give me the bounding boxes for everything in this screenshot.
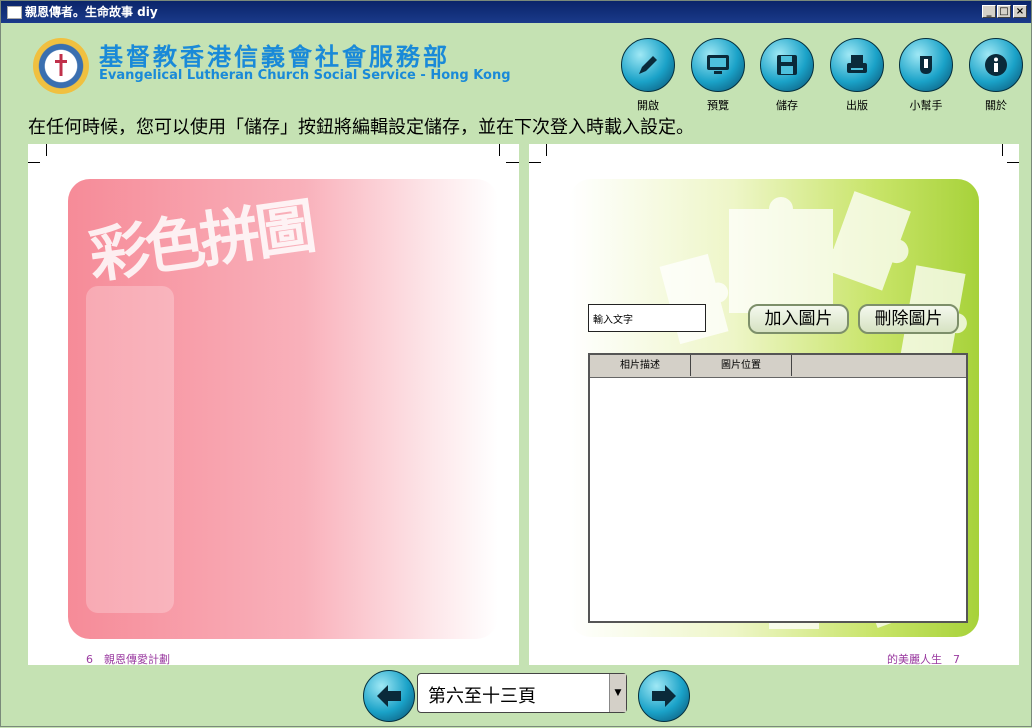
photo-frame-slot	[86, 286, 174, 613]
title-bar[interactable]: 親恩傳者。生命故事 diy _ □ ×	[1, 1, 1031, 23]
crop-mark	[46, 144, 47, 156]
window-icon	[7, 6, 22, 19]
column-header-image-position[interactable]: 圖片位置	[691, 355, 792, 376]
crop-mark	[546, 144, 547, 156]
crop-mark	[506, 162, 519, 163]
column-header-photo-description[interactable]: 相片描述	[590, 355, 691, 376]
publish-label: 出版	[846, 99, 868, 112]
helper-label: 小幫手	[909, 99, 943, 112]
about-button[interactable]: 關於	[969, 38, 1023, 113]
preview-button[interactable]: 預覽	[691, 38, 745, 113]
app-window: 親恩傳者。生命故事 diy _ □ × 基督教香港信義會社會服務部 Evange…	[0, 0, 1032, 727]
open-button[interactable]: 開啟	[621, 38, 675, 113]
organization-name-english: Evangelical Lutheran Church Social Servi…	[99, 68, 511, 83]
printer-icon	[847, 55, 867, 73]
minimize-button[interactable]: _	[982, 5, 996, 18]
cross-icon	[55, 54, 67, 76]
instruction-text: 在任何時候，您可以使用「儲存」按鈕將編輯設定儲存，並在下次登入時載入設定。	[28, 117, 694, 138]
helper-icon	[920, 56, 932, 74]
previous-page-button[interactable]	[363, 670, 415, 722]
left-page: 彩色拼圖 6 親恩傳愛計劃	[28, 144, 519, 666]
about-label: 關於	[985, 99, 1007, 112]
next-page-button[interactable]	[638, 670, 690, 722]
page-range-select[interactable]: 第六至十三頁 ▼	[417, 673, 627, 713]
helper-button[interactable]: 小幫手	[899, 38, 953, 113]
delete-image-button[interactable]: 刪除圖片	[858, 304, 959, 334]
right-page: 加入圖片 刪除圖片 相片描述 圖片位置 的美麗人生 7	[529, 144, 1019, 666]
organization-name-chinese: 基督教香港信義會社會服務部	[99, 42, 450, 71]
pencil-icon	[639, 56, 657, 74]
save-label: 儲存	[776, 99, 798, 112]
crop-mark	[499, 144, 500, 156]
crop-mark	[1002, 144, 1003, 156]
close-button[interactable]: ×	[1013, 5, 1027, 18]
chevron-down-icon[interactable]: ▼	[609, 674, 626, 712]
crop-mark	[1007, 162, 1019, 163]
preview-label: 預覽	[707, 99, 729, 112]
crop-mark	[28, 162, 40, 163]
info-icon	[985, 54, 1007, 76]
monitor-icon	[707, 55, 729, 74]
photo-frame-background: 彩色拼圖	[68, 179, 498, 639]
open-label: 開啟	[637, 99, 659, 112]
page-navigation: 第六至十三頁 ▼	[1, 665, 1032, 728]
add-image-button[interactable]: 加入圖片	[748, 304, 849, 334]
window-title: 親恩傳者。生命故事 diy	[25, 5, 158, 19]
floppy-disk-icon	[777, 55, 797, 75]
page-title: 彩色拼圖	[84, 191, 317, 293]
arrow-right-icon	[652, 685, 676, 707]
arrow-left-icon	[377, 685, 401, 707]
maximize-button[interactable]: □	[997, 5, 1011, 18]
image-list-table[interactable]: 相片描述 圖片位置	[588, 353, 968, 623]
crop-mark	[529, 162, 541, 163]
image-text-input[interactable]	[588, 304, 706, 332]
publish-button[interactable]: 出版	[830, 38, 884, 113]
save-button[interactable]: 儲存	[760, 38, 814, 113]
organization-logo	[33, 38, 89, 94]
page-range-selected-value: 第六至十三頁	[428, 686, 536, 707]
